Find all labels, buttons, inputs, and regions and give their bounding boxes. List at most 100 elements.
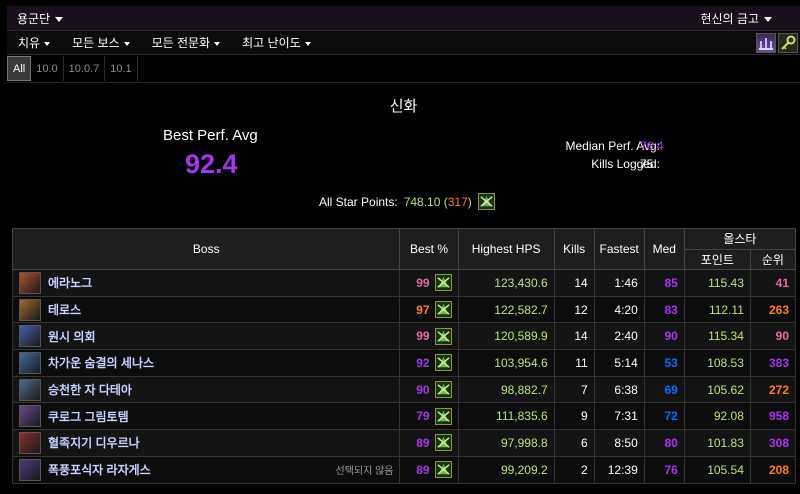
- best-percent: 97: [416, 302, 430, 317]
- points-cell: 105.54: [683, 455, 751, 484]
- metric-dropdown[interactable]: 치유: [18, 34, 51, 51]
- kills-cell: 6: [553, 429, 595, 457]
- tab-10-0-7[interactable]: 10.0.7: [64, 56, 106, 81]
- chevron-down-icon: [764, 16, 772, 22]
- table-row[interactable]: 폭풍포식자 라자게스 선택되지 않음 89 99,209.2 2 12:39 76 105.5…: [11, 455, 797, 484]
- col-rank[interactable]: 순위: [749, 248, 797, 270]
- all-star-label: All Star Points:: [319, 194, 398, 209]
- boss-name-link[interactable]: 에라노그: [48, 274, 92, 291]
- boss-cell: 원시 의회: [11, 322, 401, 351]
- boss-cell: 테로스: [11, 295, 401, 324]
- best-cell: 90: [399, 375, 459, 404]
- chevron-down-icon: [123, 41, 130, 46]
- spec-dropdown[interactable]: 모든 전문화: [152, 34, 221, 51]
- table-row[interactable]: 승천한 자 다테아 90 98,882.7 7 6:38 69 105.62 272: [11, 375, 797, 404]
- boss-cell: 혈족지기 디우르나: [11, 429, 401, 457]
- boss-dropdown[interactable]: 모든 보스: [72, 34, 130, 51]
- chevron-down-icon: [44, 41, 51, 46]
- boss-icon: [19, 271, 41, 294]
- kills-value: 75: [640, 157, 654, 171]
- med-cell: 72: [643, 402, 685, 431]
- boss-name-link[interactable]: 원시 의회: [48, 328, 96, 345]
- med-cell: 53: [643, 349, 685, 377]
- best-percent: 99: [416, 275, 430, 290]
- rank-cell: 958: [749, 402, 797, 431]
- spec-label: 모든 전문화: [151, 36, 211, 50]
- kills-cell: 12: [553, 295, 595, 324]
- col-boss[interactable]: Boss: [11, 228, 401, 270]
- spec-icon: [434, 381, 452, 399]
- kills-cell: 11: [553, 349, 595, 377]
- boss-label: 모든 보스: [72, 36, 120, 50]
- hps-cell: 103,954.6: [457, 349, 555, 377]
- spec-icon: [434, 274, 452, 292]
- boss-name-link[interactable]: 혈족지기 디우르나: [48, 434, 140, 451]
- hps-cell: 98,882.7: [457, 375, 555, 404]
- spec-icon: [434, 461, 452, 479]
- fastest-cell: 7:31: [593, 402, 645, 431]
- med-cell: 80: [643, 429, 685, 457]
- metric-label: 치유: [18, 36, 41, 50]
- rank-cell: 41: [749, 269, 797, 297]
- all-star-rank: 317: [447, 194, 468, 209]
- boss-name-link[interactable]: 승천한 자 다테아: [48, 381, 132, 398]
- kills-cell: 7: [553, 375, 595, 404]
- col-med[interactable]: Med: [643, 228, 685, 270]
- fastest-cell: 8:50: [593, 429, 645, 457]
- rank-cell: 308: [749, 429, 797, 457]
- med-cell: 76: [643, 455, 685, 484]
- boss-name-link[interactable]: 쿠로그 그림토템: [48, 408, 129, 425]
- boss-icon: [19, 298, 41, 321]
- raid-icon[interactable]: [756, 32, 776, 53]
- col-fastest[interactable]: Fastest: [593, 228, 645, 270]
- difficulty-title: 신화: [389, 98, 418, 115]
- raid-dropdown[interactable]: 현신의 금고: [700, 10, 772, 27]
- table-row[interactable]: 쿠로그 그림토템 79 111,835.6 9 7:31 72 92.08 958: [11, 402, 797, 431]
- best-cell: 89: [399, 455, 459, 484]
- spec-icon: [434, 301, 452, 319]
- spec-icon: [434, 354, 452, 372]
- boss-icon: [19, 378, 41, 401]
- difficulty-dropdown[interactable]: 최고 난이도: [242, 34, 311, 51]
- table-row[interactable]: 테로스 97 122,582.7 12 4:20 83 112.11 263: [11, 295, 797, 324]
- table-row[interactable]: 차가운 숨결의 세나스 92 103,954.6 11 5:14 53 108.53 383: [11, 349, 797, 377]
- points-cell: 108.53: [683, 349, 751, 377]
- expansion-dropdown[interactable]: 용군단: [17, 10, 64, 27]
- points-cell: 112.11: [683, 295, 751, 324]
- boss-ranking-table: Boss Best % Highest HPS Kills Fastest Me…: [11, 228, 797, 484]
- best-cell: 89: [399, 429, 459, 457]
- fastest-cell: 4:20: [593, 295, 645, 324]
- best-cell: 97: [399, 295, 459, 324]
- boss-name-link[interactable]: 차가운 숨결의 세나스: [48, 354, 154, 371]
- col-hps[interactable]: Highest HPS: [457, 228, 555, 270]
- tab-all[interactable]: All: [7, 56, 32, 81]
- boss-name-link[interactable]: 폭풍포식자 라자게스: [48, 461, 151, 478]
- best-cell: 92: [399, 349, 459, 377]
- difficulty-label: 최고 난이도: [242, 36, 301, 50]
- col-kills[interactable]: Kills: [553, 228, 595, 270]
- key-icon[interactable]: [778, 32, 798, 53]
- tab-10-0[interactable]: 10.0: [31, 56, 64, 81]
- best-percent: 92: [416, 355, 430, 370]
- boss-cell: 쿠로그 그림토템: [11, 402, 401, 431]
- table-row[interactable]: 에라노그 99 123,430.6 14 1:46 85 115.43 41: [11, 269, 797, 297]
- boss-name-link[interactable]: 테로스: [48, 301, 81, 318]
- raid-title: 현신의 금고: [700, 11, 759, 26]
- spec-icon: [434, 434, 452, 452]
- table-row[interactable]: 원시 의회 99 120,589.9 14 2:40 90 115.34 90: [11, 322, 797, 351]
- table-row[interactable]: 혈족지기 디우르나 89 97,998.8 6 8:50 80 101.83 308: [11, 429, 797, 457]
- fastest-cell: 6:38: [593, 375, 645, 404]
- hps-cell: 120,589.9: [457, 322, 555, 351]
- boss-cell: 승천한 자 다테아: [11, 375, 401, 404]
- best-perf-label: Best Perf. Avg: [163, 127, 258, 144]
- col-points[interactable]: 포인트: [683, 248, 751, 270]
- rank-cell: 383: [749, 349, 797, 377]
- tab-10-1[interactable]: 10.1: [105, 56, 138, 81]
- fastest-cell: 5:14: [593, 349, 645, 377]
- med-cell: 85: [643, 269, 685, 297]
- top-bar: 용군단 현신의 금고: [7, 6, 800, 30]
- col-best[interactable]: Best %: [399, 228, 459, 270]
- all-star-points-value: 748.10: [403, 194, 441, 209]
- best-percent: 79: [416, 409, 430, 424]
- boss-cell: 폭풍포식자 라자게스 선택되지 않음: [11, 455, 401, 484]
